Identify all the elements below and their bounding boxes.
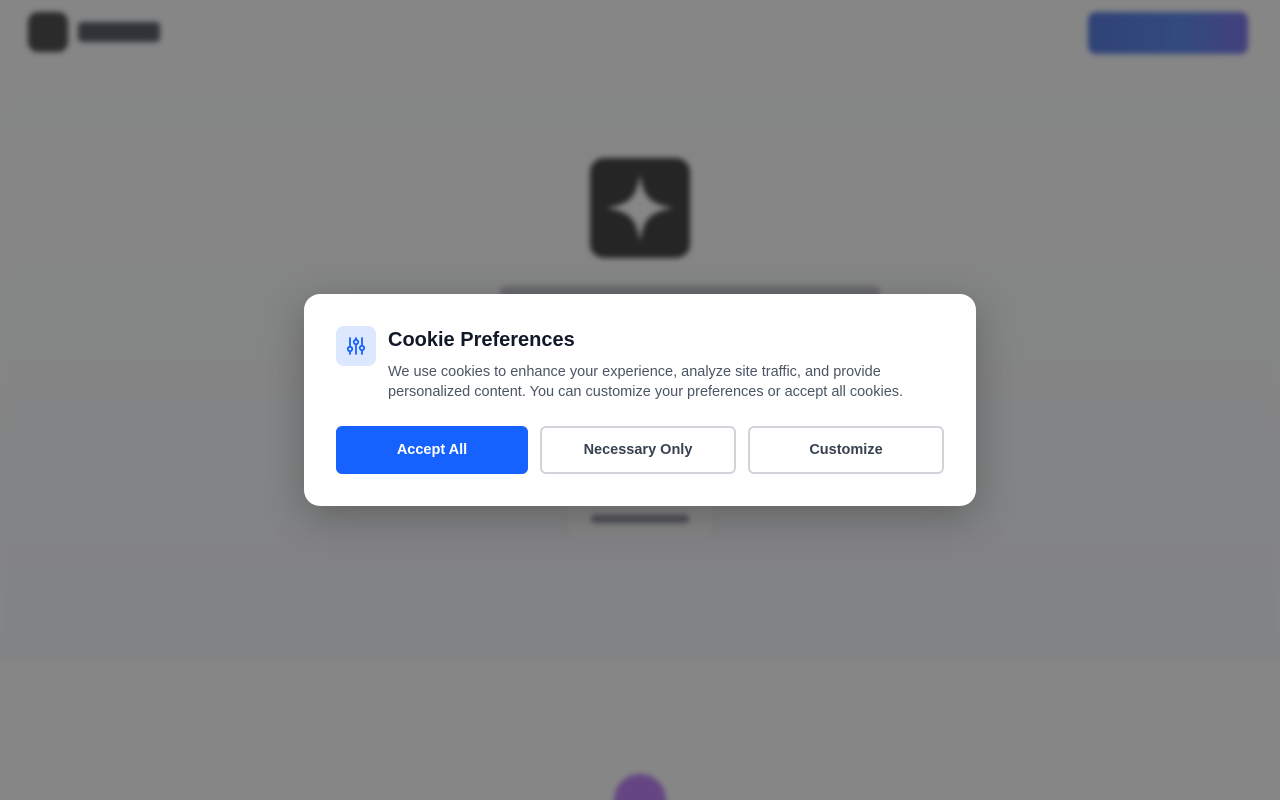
dialog-title: Cookie Preferences <box>388 329 575 351</box>
customize-button[interactable]: Customize <box>748 426 944 474</box>
page: Cookie Preferences We use cookies to enh… <box>0 0 1280 800</box>
cookie-preferences-dialog: Cookie Preferences We use cookies to enh… <box>304 294 976 506</box>
dialog-description: We use cookies to enhance your experienc… <box>388 364 904 400</box>
necessary-only-button[interactable]: Necessary Only <box>540 426 736 474</box>
sliders-icon <box>336 326 376 366</box>
accept-all-button[interactable]: Accept All <box>336 426 528 474</box>
